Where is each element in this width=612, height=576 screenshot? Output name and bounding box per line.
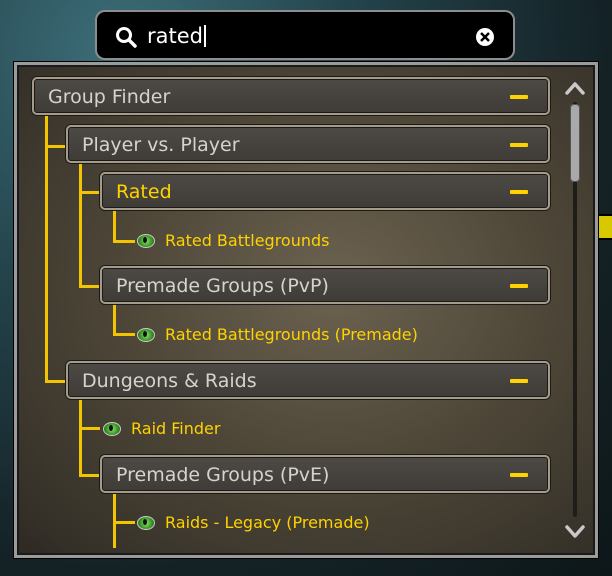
tree-line (79, 162, 82, 288)
tree-line (45, 114, 48, 383)
list-item-raids-legacy-premade[interactable]: Raids - Legacy (Premade) (137, 512, 437, 536)
eye-icon (137, 328, 155, 342)
minus-icon[interactable] (510, 190, 528, 194)
category-header-premade-pve[interactable]: Premade Groups (PvE) (100, 455, 550, 493)
scrollbar[interactable] (564, 80, 586, 540)
list-item-label: Rated Battlegrounds (Premade) (165, 325, 418, 344)
category-label: Rated (116, 181, 172, 203)
tree-line (79, 191, 100, 194)
minus-icon[interactable] (510, 379, 528, 383)
eye-icon (137, 234, 155, 248)
tree-line (79, 400, 82, 477)
tree-line (113, 210, 116, 243)
list-item-label: Rated Battlegrounds (165, 231, 330, 250)
list-item-label: Raid Finder (131, 419, 221, 438)
list-item-rated-battlegrounds[interactable]: Rated Battlegrounds (137, 230, 437, 254)
category-label: Player vs. Player (82, 134, 240, 156)
background-accent (598, 214, 612, 240)
tree-line (45, 145, 66, 148)
tree-line (113, 304, 116, 336)
category-label: Dungeons & Raids (82, 370, 257, 392)
category-header-premade-pvp[interactable]: Premade Groups (PvP) (100, 266, 550, 304)
clear-icon[interactable] (475, 27, 495, 47)
minus-icon[interactable] (510, 284, 528, 288)
category-header-group-finder[interactable]: Group Finder (32, 77, 550, 115)
tree-line (113, 521, 135, 524)
list-item-label: Raids - Legacy (Premade) (165, 513, 370, 532)
tree-line (113, 333, 135, 336)
search-box[interactable]: rated (95, 10, 515, 60)
tree-line (45, 380, 66, 383)
scroll-thumb[interactable] (570, 104, 580, 182)
tree-line (79, 427, 100, 430)
list-item-rated-battlegrounds-premade[interactable]: Rated Battlegrounds (Premade) (137, 324, 467, 348)
category-header-rated[interactable]: Rated (100, 172, 550, 210)
search-icon (116, 27, 137, 48)
eye-icon (137, 516, 155, 530)
minus-icon[interactable] (510, 95, 528, 99)
category-header-dungeons-raids[interactable]: Dungeons & Raids (66, 361, 550, 399)
search-input-value: rated (147, 24, 203, 48)
minus-icon[interactable] (510, 143, 528, 147)
search-input[interactable]: rated (147, 24, 206, 48)
tree-line (79, 474, 100, 477)
chevron-down-icon[interactable] (564, 524, 586, 540)
tree-line (79, 285, 100, 288)
text-caret (204, 25, 206, 47)
category-label: Group Finder (48, 86, 171, 108)
chevron-up-icon[interactable] (564, 80, 586, 96)
minus-icon[interactable] (510, 473, 528, 477)
list-item-raid-finder[interactable]: Raid Finder (103, 418, 303, 442)
category-label: Premade Groups (PvE) (116, 464, 330, 486)
tree-line (113, 240, 135, 243)
category-label: Premade Groups (PvP) (116, 275, 329, 297)
eye-icon (103, 422, 121, 436)
category-header-player-vs-player[interactable]: Player vs. Player (66, 125, 550, 163)
